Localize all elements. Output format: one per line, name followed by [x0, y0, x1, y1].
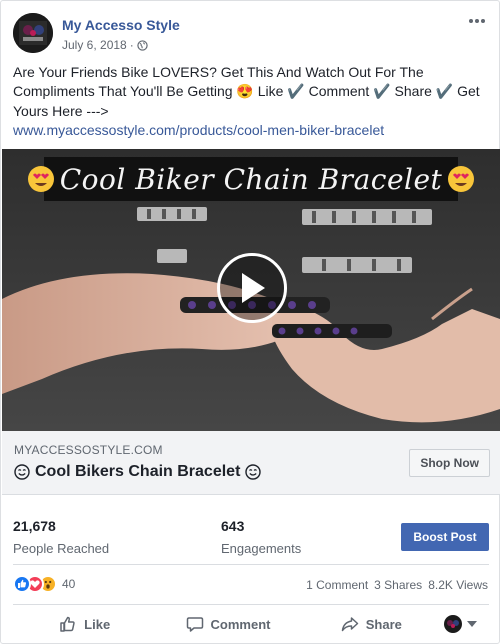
- engagements-stat: 643 Engagements: [221, 518, 301, 556]
- engagements-label: Engagements: [221, 541, 302, 556]
- post-meta: July 6, 2018 ·: [62, 38, 148, 52]
- heart-eyes-emoji: [448, 166, 475, 192]
- views-count[interactable]: 8.2K Views: [428, 578, 488, 592]
- play-icon: [242, 273, 265, 303]
- divider: [13, 604, 489, 605]
- reaction-count: 40: [62, 577, 76, 591]
- share-label: Share: [365, 616, 402, 632]
- engagements-value: 643: [221, 518, 245, 534]
- date-separator: ·: [129, 38, 134, 52]
- thumbs-up-icon: [60, 616, 75, 632]
- avatar[interactable]: [13, 13, 53, 53]
- like-button[interactable]: Like: [13, 608, 156, 640]
- shop-now-button[interactable]: Shop Now: [409, 449, 490, 477]
- boost-post-button[interactable]: Boost Post: [401, 523, 489, 551]
- people-reached-stat: 21,678 People Reached: [13, 518, 109, 556]
- link-title-text: Cool Bikers Chain Bracelet: [35, 463, 241, 480]
- share-button[interactable]: Share: [300, 608, 443, 640]
- comment-label: Comment: [210, 616, 271, 632]
- post-as-selector[interactable]: [443, 614, 489, 634]
- people-reached-label: People Reached: [13, 541, 110, 556]
- post-date[interactable]: July 6, 2018: [62, 38, 127, 52]
- post-link[interactable]: www.myaccessostyle.com/products/cool-men…: [13, 122, 384, 138]
- comment-icon: [186, 617, 203, 632]
- link-preview[interactable]: MYACCESSOSTYLE.COM Cool Bikers Chain Bra…: [2, 431, 500, 495]
- reaction-summary[interactable]: 40: [13, 575, 75, 593]
- post-header: My Accesso Style July 6, 2018 ·: [13, 13, 489, 55]
- video-title-banner: Cool Biker Chain Bracelet: [27, 157, 475, 201]
- like-reaction-icon: [13, 575, 31, 593]
- video-banner-title: Cool Biker Chain Bracelet: [59, 162, 443, 196]
- page-name[interactable]: My Accesso Style: [62, 17, 180, 33]
- heart-eyes-emoji: [27, 166, 54, 192]
- divider: [13, 564, 489, 565]
- page-avatar-icon: [443, 615, 462, 633]
- comment-button[interactable]: Comment: [156, 608, 299, 640]
- action-bar: Like Comment Share: [13, 607, 489, 641]
- shares-count[interactable]: 3 Shares: [374, 578, 422, 592]
- post-insights: 21,678 People Reached 643 Engagements Bo…: [2, 508, 500, 558]
- video-player[interactable]: Cool Biker Chain Bracelet: [2, 149, 500, 431]
- post-text: Are Your Friends Bike LOVERS? Get This A…: [13, 64, 480, 119]
- people-reached-value: 21,678: [13, 518, 56, 534]
- engagement-counts: 1 Comment 3 Shares 8.2K Views: [306, 578, 488, 592]
- play-button[interactable]: [217, 253, 287, 323]
- comments-count[interactable]: 1 Comment: [306, 578, 368, 592]
- link-title[interactable]: Cool Bikers Chain Bracelet: [14, 463, 262, 481]
- smiling-face-emoji: [245, 464, 262, 480]
- globe-icon: [137, 39, 148, 51]
- chevron-down-icon: [466, 621, 477, 627]
- post-card: My Accesso Style July 6, 2018 · Are Your…: [0, 0, 500, 644]
- ellipsis-icon[interactable]: [465, 13, 489, 29]
- share-icon: [341, 617, 358, 632]
- smiling-face-emoji: [14, 464, 30, 480]
- link-domain: MYACCESSOSTYLE.COM: [14, 443, 163, 457]
- like-label: Like: [84, 616, 111, 632]
